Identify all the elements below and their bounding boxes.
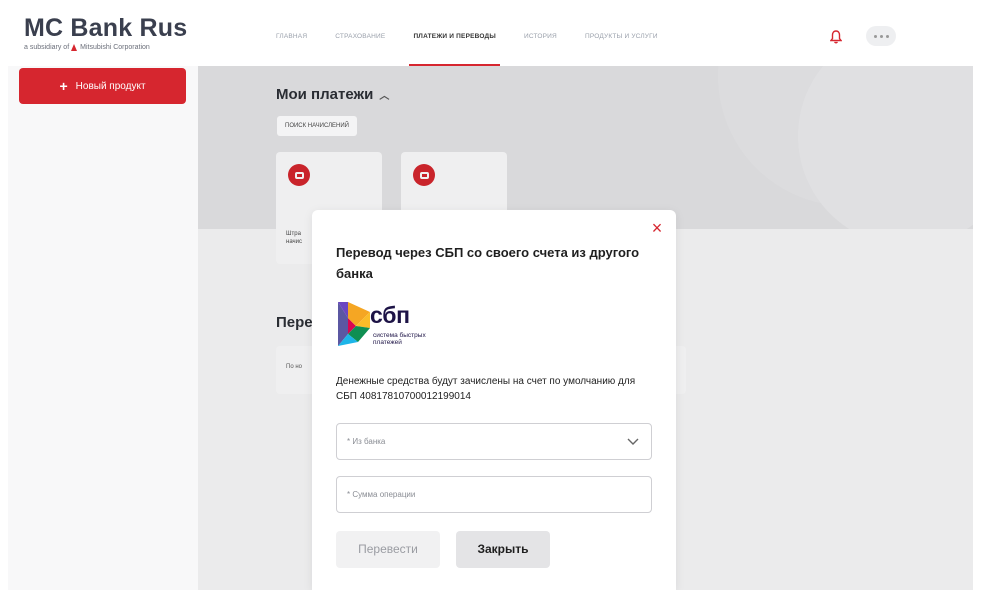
sbp-logo-icon — [338, 302, 370, 346]
close-icon[interactable]: × — [650, 219, 664, 237]
section-title-my-payments[interactable]: Мои платежи ︿ — [276, 86, 389, 103]
logo-subtitle: a subsidiary of Mitsubishi Corporation — [24, 44, 187, 51]
transfer-button[interactable]: Перевести — [336, 531, 440, 568]
main-nav: Главная Страхование Платежи и переводы И… — [276, 8, 658, 66]
dot — [879, 34, 883, 38]
new-product-label: Новый продукт — [75, 80, 146, 92]
tab-history[interactable]: История — [524, 8, 557, 66]
search-charges-chip[interactable]: Поиск начислений — [277, 116, 357, 136]
sidebar: + Новый продукт — [8, 66, 198, 590]
bell-icon[interactable] — [830, 30, 842, 44]
bank-select[interactable]: * Из банка — [336, 423, 652, 460]
card-label: Штра начис — [286, 231, 302, 245]
top-header: MC Bank Rus a subsidiary of Mitsubishi C… — [8, 8, 973, 66]
dot — [885, 34, 889, 38]
plus-icon: + — [59, 78, 68, 94]
bank-select-placeholder: * Из банка — [347, 437, 386, 446]
sbp-logo-word: сбп — [370, 302, 410, 328]
logo-title: MC Bank Rus — [24, 14, 188, 42]
mitsubishi-mark-icon — [71, 44, 78, 51]
close-button[interactable]: Закрыть — [456, 531, 550, 568]
car-icon — [288, 164, 310, 186]
tab-payments[interactable]: Платежи и переводы — [409, 8, 500, 66]
section-title-transfers: Пере — [276, 314, 313, 331]
transfer-row-text: По но — [286, 364, 302, 370]
tab-home[interactable]: Главная — [276, 8, 307, 66]
bank-logo[interactable]: MC Bank Rus a subsidiary of Mitsubishi C… — [24, 14, 187, 51]
chevron-down-icon — [627, 438, 639, 445]
tax-icon — [413, 164, 435, 186]
app-window: MC Bank Rus a subsidiary of Mitsubishi C… — [8, 8, 973, 590]
sbp-logo: сбп система быстрых платежей — [336, 298, 466, 360]
modal-title: Перевод через СБП со своего счета из дру… — [336, 245, 640, 281]
amount-field[interactable]: * Сумма операции — [336, 476, 652, 513]
dot — [873, 34, 877, 38]
modal-description: Денежные средства будут зачислены на сче… — [336, 376, 636, 402]
chevron-up-icon: ︿ — [379, 91, 390, 102]
section-title-label: Мои платежи — [276, 86, 374, 103]
new-product-button[interactable]: + Новый продукт — [19, 68, 186, 104]
logo-subtitle-prefix: a subsidiary of — [24, 44, 70, 51]
sbp-transfer-modal: × Перевод через СБП со своего счета из д… — [312, 210, 676, 590]
logo-subtitle-brand: Mitsubishi Corporation — [80, 44, 150, 51]
more-dots-icon[interactable] — [866, 26, 896, 46]
banner-decoration — [798, 66, 973, 229]
sbp-logo-subtitle: система быстрых платежей — [373, 332, 426, 346]
tab-products[interactable]: Продукты и услуги — [585, 8, 658, 66]
amount-placeholder: * Сумма операции — [347, 490, 416, 499]
tab-insurance[interactable]: Страхование — [335, 8, 385, 66]
